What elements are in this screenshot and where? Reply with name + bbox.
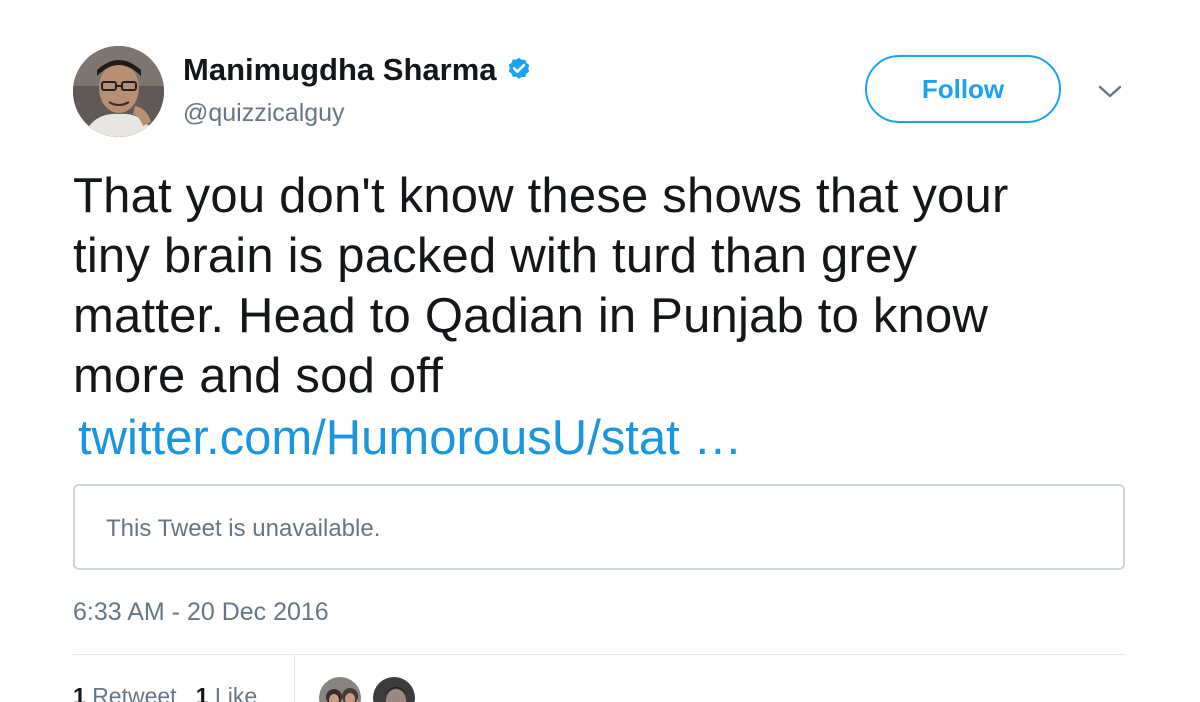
user-avatar-icon <box>73 46 164 137</box>
tweet-stats: 1 Retweet 1 Like <box>73 683 257 702</box>
tweet-link[interactable]: twitter.com/HumorousU/stat … <box>78 408 742 468</box>
tweet-text-line: That you don't know these shows that you… <box>73 169 1009 223</box>
likes-stat[interactable]: 1 Like <box>196 683 257 702</box>
user-avatar-icon <box>319 677 361 702</box>
quoted-tweet-unavailable-text: This Tweet is unavailable. <box>106 515 381 542</box>
tweet-timestamp[interactable]: 6:33 AM - 20 Dec 2016 <box>73 598 329 627</box>
liker-avatar[interactable] <box>317 675 363 702</box>
retweets-label: Retweet <box>92 683 177 702</box>
tweet-text-line: matter. Head to Qadian in Punjab to know <box>73 289 989 343</box>
author-screen-name[interactable]: @quizzicalguy <box>183 99 345 128</box>
liker-avatar[interactable] <box>371 675 417 702</box>
stats-divider <box>294 655 295 702</box>
tweet-text: That you don't know these shows that you… <box>73 166 1133 406</box>
retweets-count: 1 <box>73 683 86 702</box>
tweet-text-line: more and sod off <box>73 349 444 403</box>
likes-count: 1 <box>195 683 209 702</box>
author-display-name[interactable]: Manimugdha Sharma <box>183 52 533 88</box>
tweet-text-line: tiny brain is packed with turd than grey <box>73 229 918 283</box>
likes-label: Like <box>214 683 258 702</box>
author-avatar[interactable] <box>73 46 164 137</box>
retweets-stat[interactable]: 1 Retweet <box>73 683 177 702</box>
display-name-text: Manimugdha Sharma <box>183 52 497 87</box>
chevron-down-icon <box>1098 85 1122 98</box>
tweet-card: Manimugdha Sharma @quizzicalguy Follow T… <box>0 0 1200 702</box>
follow-button[interactable]: Follow <box>865 55 1061 123</box>
quoted-tweet-card[interactable]: This Tweet is unavailable. <box>73 484 1125 570</box>
divider <box>73 654 1125 655</box>
user-avatar-icon <box>373 677 415 702</box>
verified-badge-icon <box>505 56 533 84</box>
more-options-button[interactable] <box>1094 80 1126 104</box>
